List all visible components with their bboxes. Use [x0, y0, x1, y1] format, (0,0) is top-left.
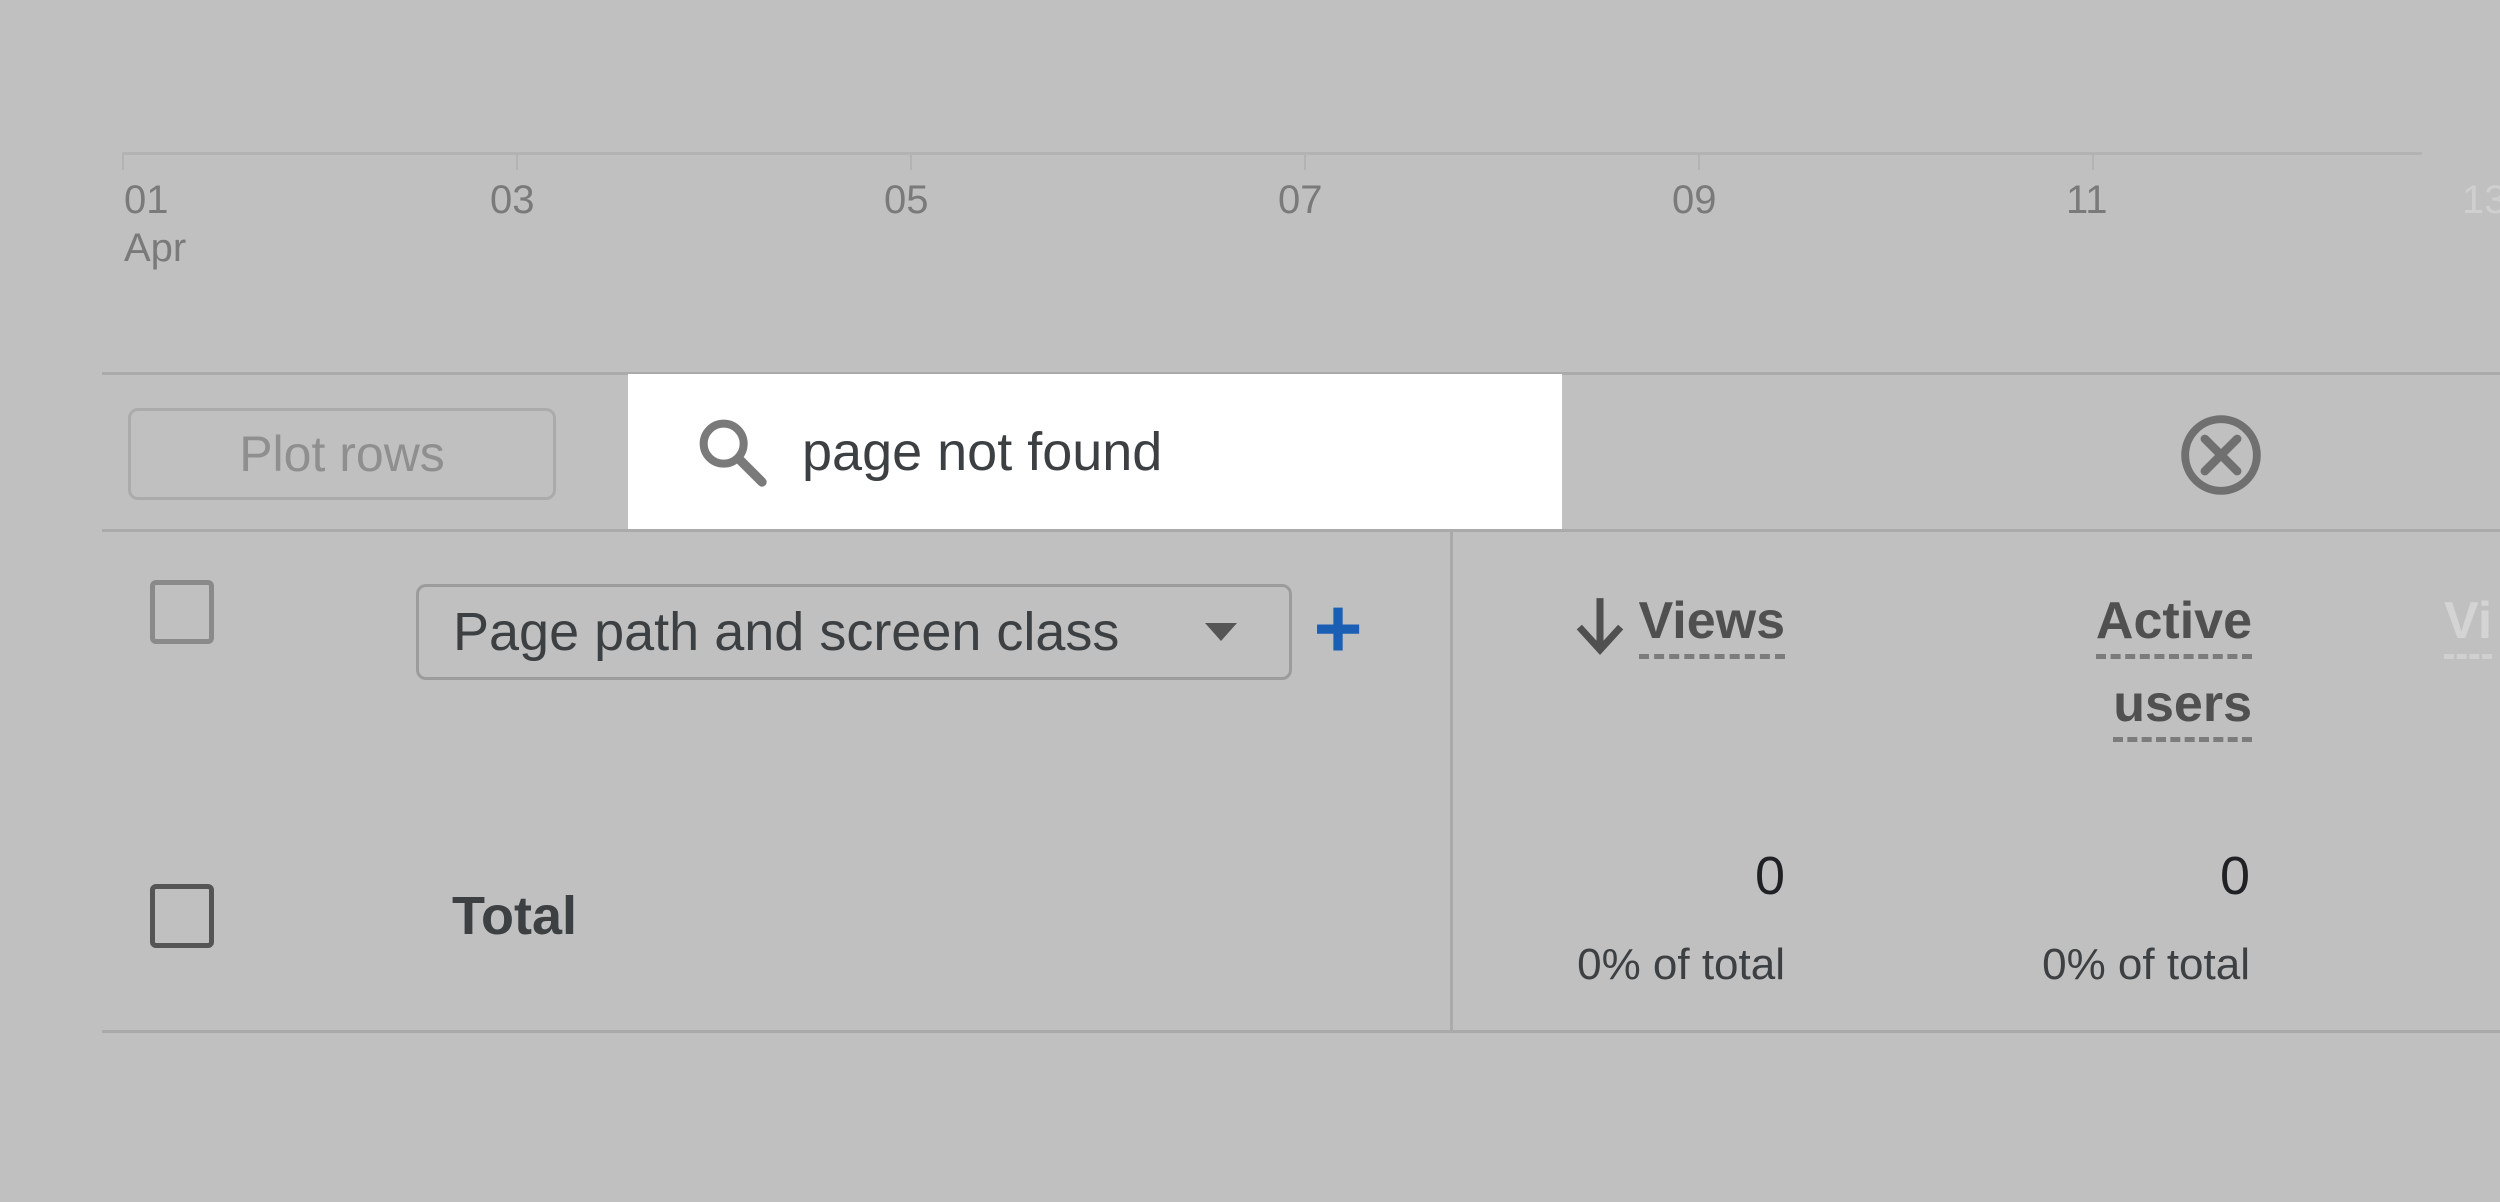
sort-descending-icon: [1576, 598, 1623, 656]
toolbar-bottom-divider: [102, 529, 2500, 532]
search-icon: [699, 419, 767, 487]
total-views-percent: 0% of total: [1577, 940, 1785, 989]
axis-month-label: Apr: [124, 226, 187, 270]
axis-tick-label: 01: [124, 178, 169, 222]
dimension-select[interactable]: Page path and screen class: [416, 584, 1292, 680]
axis-tick-label: 11: [2066, 178, 2108, 222]
axis-tick: [1304, 152, 1306, 170]
clear-search-icon[interactable]: [2178, 412, 2264, 498]
column-header-views[interactable]: Views: [1560, 590, 1785, 670]
axis-tick-label: 05: [884, 178, 929, 222]
axis-tick-label: 03: [490, 178, 535, 222]
axis-tick-label: 13: [2462, 178, 2500, 222]
total-active-users-percent: 0% of total: [2042, 940, 2250, 989]
column-header-active-users[interactable]: Active users: [1960, 590, 2252, 756]
search-box[interactable]: [628, 374, 1562, 529]
column-header-active-users-label-line2: users: [2113, 673, 2252, 742]
search-input[interactable]: [802, 420, 1502, 483]
chart-x-axis-line: [122, 152, 2422, 155]
total-row-label: Total: [452, 886, 577, 946]
axis-tick: [516, 152, 518, 170]
total-active-users-value: 0: [2219, 846, 2250, 906]
select-all-checkbox[interactable]: [150, 580, 214, 644]
table-bottom-divider: [102, 1030, 2500, 1033]
column-header-active-users-label-line1: Active: [2095, 590, 2252, 659]
axis-tick-label: 07: [1278, 178, 1323, 222]
axis-tick: [1698, 152, 1700, 170]
column-header-partial[interactable]: Vi: [2444, 590, 2493, 659]
column-header-views-label: Views: [1638, 590, 1785, 659]
table-column-divider: [1450, 531, 1453, 1033]
dropdown-arrow-icon: [1205, 623, 1237, 641]
total-views-value: 0: [1754, 846, 1785, 906]
axis-tick: [910, 152, 912, 170]
add-dimension-button[interactable]: +: [1308, 586, 1368, 670]
axis-tick: [122, 152, 124, 170]
axis-tick-label: 09: [1672, 178, 1717, 222]
dimension-select-value: Page path and screen class: [453, 602, 1120, 662]
axis-tick: [2092, 152, 2094, 170]
plot-rows-button[interactable]: Plot rows: [128, 408, 556, 500]
total-row-checkbox[interactable]: [150, 884, 214, 948]
